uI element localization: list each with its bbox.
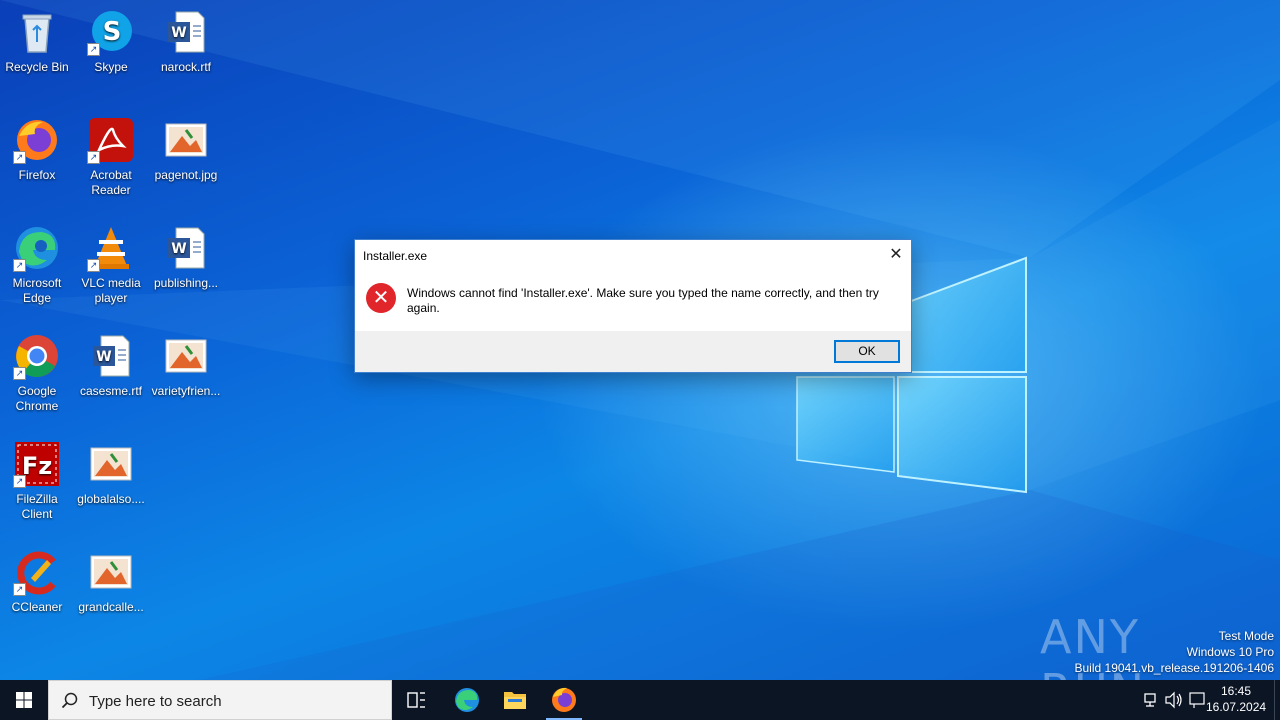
shortcut-arrow-icon: ↗	[13, 475, 26, 488]
watermark-build: Build 19041.vb_release.191206-1406	[1074, 661, 1275, 675]
taskbar-search-box[interactable]: Type here to search	[48, 680, 392, 720]
error-icon: ✕	[366, 283, 396, 313]
watermark-edition: Windows 10 Pro	[1186, 645, 1274, 659]
desktop-icon-recycle-bin[interactable]: Recycle Bin	[0, 8, 74, 75]
desktop-icon-firefox[interactable]: ↗ Firefox	[0, 116, 74, 183]
taskbar: Type here to search 16:45 16.07.2024	[0, 680, 1280, 720]
firefox-icon	[552, 687, 576, 712]
ccleaner-icon: ↗	[13, 548, 61, 596]
dialog-title: Installer.exe	[363, 249, 428, 263]
desktop-icon-label: Recycle Bin	[5, 60, 69, 74]
action-center-icon[interactable]	[1189, 692, 1205, 708]
desktop-icon-microsoft-edge[interactable]: ↗ Microsoft Edge	[0, 224, 74, 306]
desktop-icon-casesme-rtf[interactable]: W casesme.rtf	[74, 332, 148, 399]
error-dialog: Installer.exe ✕ ✕ Windows cannot find 'I…	[354, 239, 912, 373]
image-file-icon	[162, 116, 210, 164]
shortcut-arrow-icon: ↗	[13, 367, 26, 380]
task-view-icon	[407, 692, 425, 708]
clock-date: 16.07.2024	[1206, 700, 1267, 714]
windows-start-icon	[16, 692, 32, 708]
word-document-icon: W	[162, 8, 210, 56]
desktop-icon-ccleaner[interactable]: ↗ CCleaner	[0, 548, 74, 615]
windows-watermark: Test Mode Windows 10 Pro Build 19041.vb_…	[1075, 628, 1275, 676]
desktop-icon-label: casesme.rtf	[79, 384, 142, 398]
volume-icon[interactable]	[1165, 691, 1182, 709]
folder-icon	[504, 692, 526, 709]
desktop-icon-grandcalle[interactable]: grandcalle...	[74, 548, 148, 615]
desktop-icon-label: VLC media player	[81, 276, 141, 305]
desktop-icon-label: globalalso....	[77, 492, 145, 506]
vlc-icon: ↗	[87, 224, 135, 272]
start-button[interactable]	[0, 680, 48, 720]
clock-time: 16:45	[1220, 684, 1252, 698]
desktop-icon-label: narock.rtf	[160, 60, 211, 74]
desktop-icon-label: Skype	[94, 60, 128, 74]
desktop-icon-globalalso[interactable]: globalalso....	[74, 440, 148, 507]
shortcut-arrow-icon: ↗	[13, 259, 26, 272]
system-tray	[1140, 680, 1212, 720]
network-icon[interactable]	[1144, 693, 1156, 707]
desktop-icon-label: grandcalle...	[78, 600, 144, 614]
acrobat-reader-icon: ↗	[87, 116, 135, 164]
taskbar-file-explorer-button[interactable]	[491, 680, 539, 720]
shortcut-arrow-icon: ↗	[13, 583, 26, 596]
watermark-test-mode: Test Mode	[1218, 629, 1274, 643]
skype-icon: S ↗	[87, 8, 135, 56]
word-document-icon: W	[87, 332, 135, 380]
svg-text:W: W	[171, 25, 186, 41]
desktop-icon-label: Google Chrome	[15, 384, 59, 413]
edge-icon: ↗	[13, 224, 61, 272]
desktop-icon-google-chrome[interactable]: ↗ Google Chrome	[0, 332, 74, 414]
desktop-icon-label: Firefox	[18, 168, 56, 182]
close-icon[interactable]: ✕	[881, 240, 911, 270]
svg-text:W: W	[171, 241, 186, 257]
desktop-icon-varietyfrien[interactable]: varietyfrien...	[149, 332, 223, 399]
shortcut-arrow-icon: ↗	[87, 151, 100, 164]
shortcut-arrow-icon: ↗	[13, 151, 26, 164]
desktop-icon-label: Acrobat Reader	[90, 168, 132, 197]
word-document-icon: W	[162, 224, 210, 272]
show-desktop-button[interactable]	[1274, 680, 1280, 720]
ok-button[interactable]: OK	[834, 340, 900, 363]
taskbar-firefox-button[interactable]	[540, 680, 588, 720]
desktop-icon-label: varietyfrien...	[151, 384, 221, 398]
desktop-icon-vlc[interactable]: ↗ VLC media player	[74, 224, 148, 306]
svg-text:S: S	[103, 17, 122, 47]
dialog-message: Windows cannot find 'Installer.exe'. Mak…	[407, 286, 879, 315]
recycle-bin-icon	[13, 8, 61, 56]
desktop-icon-label: CCleaner	[11, 600, 63, 614]
desktop-icon-label: FileZilla Client	[16, 492, 58, 521]
dialog-footer: OK	[355, 331, 911, 372]
chrome-icon: ↗	[13, 332, 61, 380]
shortcut-arrow-icon: ↗	[87, 43, 100, 56]
filezilla-icon: Fz ↗	[13, 440, 61, 488]
task-view-button[interactable]	[392, 680, 440, 720]
search-icon	[61, 692, 78, 709]
search-placeholder: Type here to search	[89, 693, 222, 710]
svg-text:Fz: Fz	[22, 452, 52, 480]
desktop-icon-label: Microsoft Edge	[12, 276, 62, 305]
shortcut-arrow-icon: ↗	[87, 259, 100, 272]
desktop-icon-narock-rtf[interactable]: W narock.rtf	[149, 8, 223, 75]
desktop-icon-filezilla[interactable]: Fz ↗ FileZilla Client	[0, 440, 74, 522]
taskbar-clock[interactable]: 16:45 16.07.2024	[1206, 683, 1266, 715]
desktop-icon-skype[interactable]: S ↗ Skype	[74, 8, 148, 75]
taskbar-edge-button[interactable]	[443, 680, 491, 720]
svg-text:W: W	[96, 349, 111, 365]
image-file-icon	[87, 548, 135, 596]
desktop-background: Recycle Bin S ↗ Skype W narock.rtf ↗ Fir…	[0, 0, 1280, 680]
edge-icon	[455, 688, 479, 712]
desktop-icon-acrobat-reader[interactable]: ↗ Acrobat Reader	[74, 116, 148, 198]
desktop-icon-pagenot-jpg[interactable]: pagenot.jpg	[149, 116, 223, 183]
firefox-icon: ↗	[13, 116, 61, 164]
image-file-icon	[162, 332, 210, 380]
image-file-icon	[87, 440, 135, 488]
desktop-icon-label: pagenot.jpg	[154, 168, 218, 182]
desktop-icon-publishing[interactable]: W publishing...	[149, 224, 223, 291]
desktop-icon-label: publishing...	[153, 276, 219, 290]
